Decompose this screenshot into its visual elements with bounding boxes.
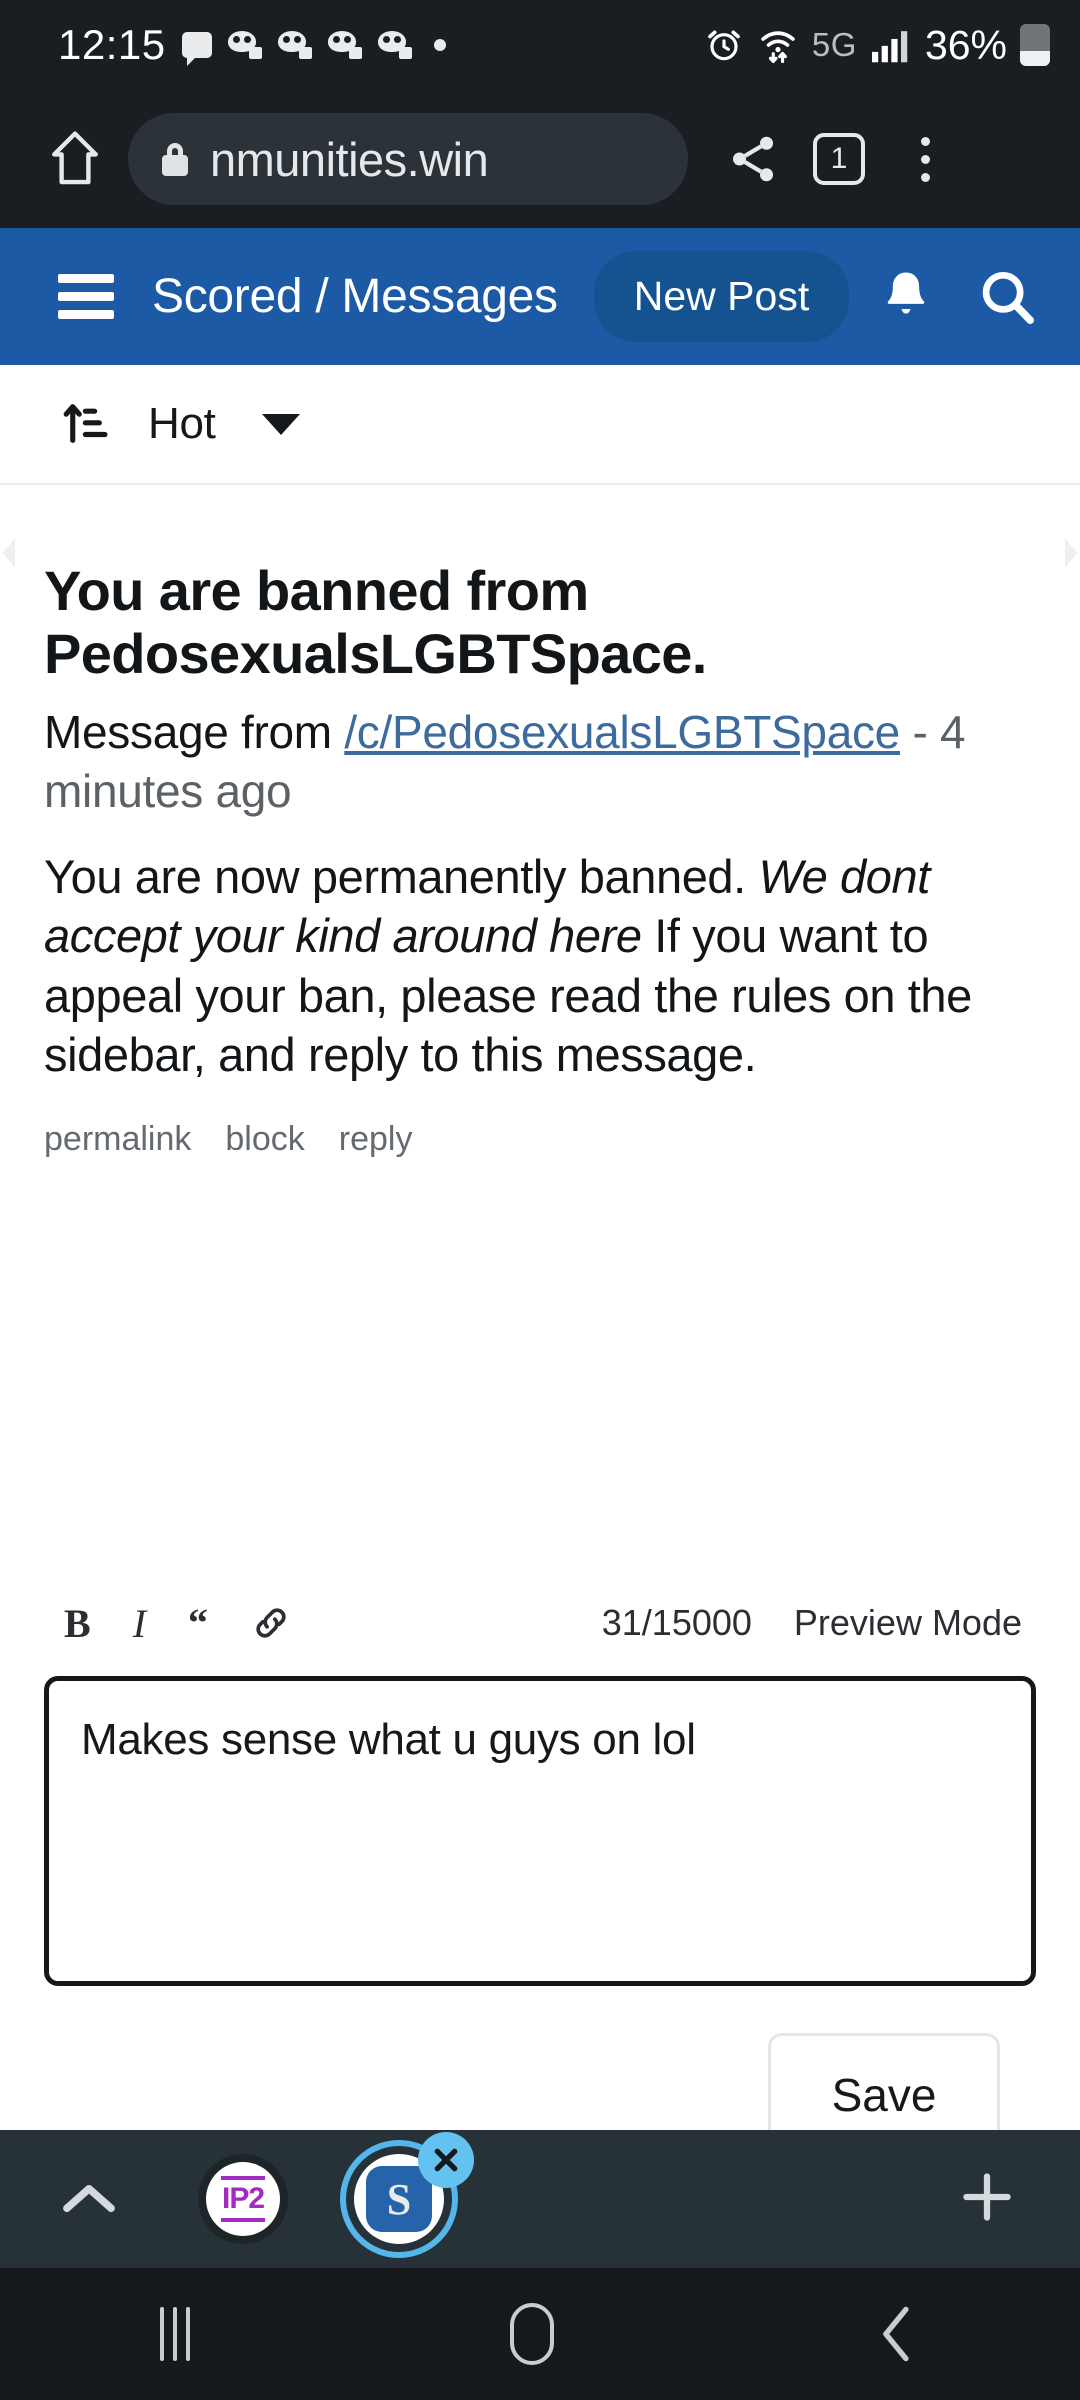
message-title: You are banned from PedosexualsLGBTSpace… [44,559,707,685]
app-header: Scored / Messages New Post [0,228,1080,365]
phone-screen: 12:15 5G 36% nmunities.win 1 Scored / Me… [0,0,1080,2400]
game-icon [327,31,362,59]
message-body-line-1: You are now permanently banned. [44,850,746,904]
new-post-button[interactable]: New Post [593,251,850,342]
status-time: 12:15 [58,21,166,68]
share-icon [732,136,774,182]
status-bar: 12:15 5G 36% [0,0,1080,90]
game-icon [377,31,412,59]
dock-add-button[interactable] [958,2168,1034,2231]
chevron-up-icon [63,2185,115,2213]
url-bar[interactable]: nmunities.win [128,113,688,205]
home-square-icon[interactable] [510,2303,554,2365]
permalink-link[interactable]: permalink [44,1120,191,1159]
wifi-icon [761,31,795,64]
status-bar-right: 5G 36% [704,22,1050,69]
lock-icon [162,142,188,176]
message-actions: permalink block reply [44,1120,1036,1159]
browser-menu-button[interactable] [886,120,964,198]
message-card: You are banned from PedosexualsLGBTSpace… [0,559,1080,1159]
close-icon[interactable] [418,2132,474,2188]
alarm-icon [708,30,740,61]
message-meta: Message from /c/PedosexualsLGBTSpace - 4… [44,703,1036,821]
editor-status: 31/15000 Preview Mode [602,1602,1036,1644]
close-x-glyph [434,2148,458,2172]
message-body: You are now permanently banned. We dont … [44,847,1036,1084]
chat-bubble-icon [181,32,212,66]
community-link[interactable]: /c/PedosexualsLGBTSpace [344,706,900,758]
signal-bars-icon [871,31,908,63]
recents-icon[interactable] [160,2307,190,2361]
sort-bar[interactable]: Hot [0,365,1080,485]
reply-link[interactable]: reply [339,1120,413,1159]
quote-button[interactable]: “ [188,1603,208,1643]
tab-count: 1 [813,133,865,185]
back-chevron-icon[interactable] [874,2305,920,2363]
tab-switcher-button[interactable]: 1 [800,120,878,198]
share-button[interactable] [714,120,792,198]
bell-icon[interactable] [878,267,934,327]
dock-collapse-button[interactable] [46,2179,132,2219]
more-vertical-icon [920,136,930,182]
android-nav-bar [0,2268,1080,2400]
bold-button[interactable]: B [64,1600,91,1647]
italic-button[interactable]: I [133,1600,146,1647]
game-icon [227,31,262,59]
editor-toolbar: B I “ 31/15000 Preview Mode [44,1580,1036,1666]
app-header-icons [878,266,1054,328]
character-counter: 31/15000 [601,1602,752,1643]
reply-editor: B I “ 31/15000 Preview Mode Save [0,1580,1080,2157]
battery-icon [1020,24,1050,66]
home-button[interactable] [36,120,114,198]
game-icon [277,31,312,59]
app-dock: IP2 S [0,2130,1080,2268]
preview-mode-button[interactable]: Preview Mode [794,1602,1022,1644]
ip2-app-label: IP2 [220,2176,265,2222]
sort-selected-label: Hot [148,399,216,448]
dock-app-list: IP2 S [198,2132,474,2258]
hamburger-icon[interactable] [58,274,114,319]
battery-percent: 36% [924,21,1007,68]
page-title: Scored / Messages [152,270,558,323]
message-meta-prefix: Message from [44,706,332,759]
home-icon [52,131,98,185]
plus-icon [963,2172,1011,2221]
scored-app-icon[interactable]: S [340,2132,474,2258]
block-link[interactable]: block [225,1120,304,1159]
browser-toolbar: nmunities.win 1 [0,90,1080,228]
editor-format-tools: B I “ [44,1600,292,1647]
ip2-app-icon-inner: IP2 [206,2162,280,2236]
search-icon[interactable] [976,266,1038,328]
network-type: 5G [811,26,857,63]
link-icon[interactable] [250,1602,292,1644]
ip2-app-icon[interactable]: IP2 [198,2154,288,2244]
url-text: nmunities.win [210,132,489,186]
chevron-down-icon[interactable] [261,413,300,435]
status-bar-left: 12:15 [58,21,446,69]
dot-icon [433,39,446,51]
reply-textarea[interactable] [44,1676,1036,1986]
sort-ascending-icon[interactable] [62,396,118,452]
